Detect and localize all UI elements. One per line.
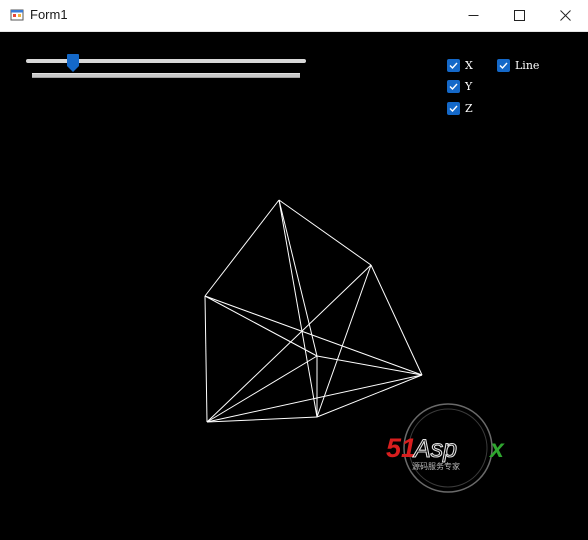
watermark-brand-51: 51 <box>386 433 416 463</box>
wireframe-edge <box>370 264 423 376</box>
wireframe-edge <box>204 295 318 357</box>
wireframe-edge <box>316 264 372 418</box>
wireframe-edge <box>316 374 423 418</box>
wireframe-edge <box>206 264 372 423</box>
watermark-brand-aspx: Asp <box>412 435 457 463</box>
wireframe-edge <box>206 355 318 423</box>
wireframe-model <box>204 199 423 423</box>
wireframe-edge <box>278 199 318 418</box>
wireframe-canvas: 51 Asp x 源码服务专家 <box>204 199 505 493</box>
wireframe-edge <box>204 295 423 376</box>
wireframe-edge <box>204 295 208 423</box>
watermark-tagline: 源码服务专家 <box>412 461 460 471</box>
form1-window: Form1 X Y Z Line 51 Asp x 源码服务专家 <box>0 0 588 540</box>
wireframe-edge <box>204 199 280 297</box>
watermark-brand-x: x <box>488 435 505 463</box>
watermark-logo: 51 Asp x 源码服务专家 <box>386 403 505 493</box>
wireframe-edge <box>206 374 423 423</box>
wireframe-edge <box>206 416 318 423</box>
